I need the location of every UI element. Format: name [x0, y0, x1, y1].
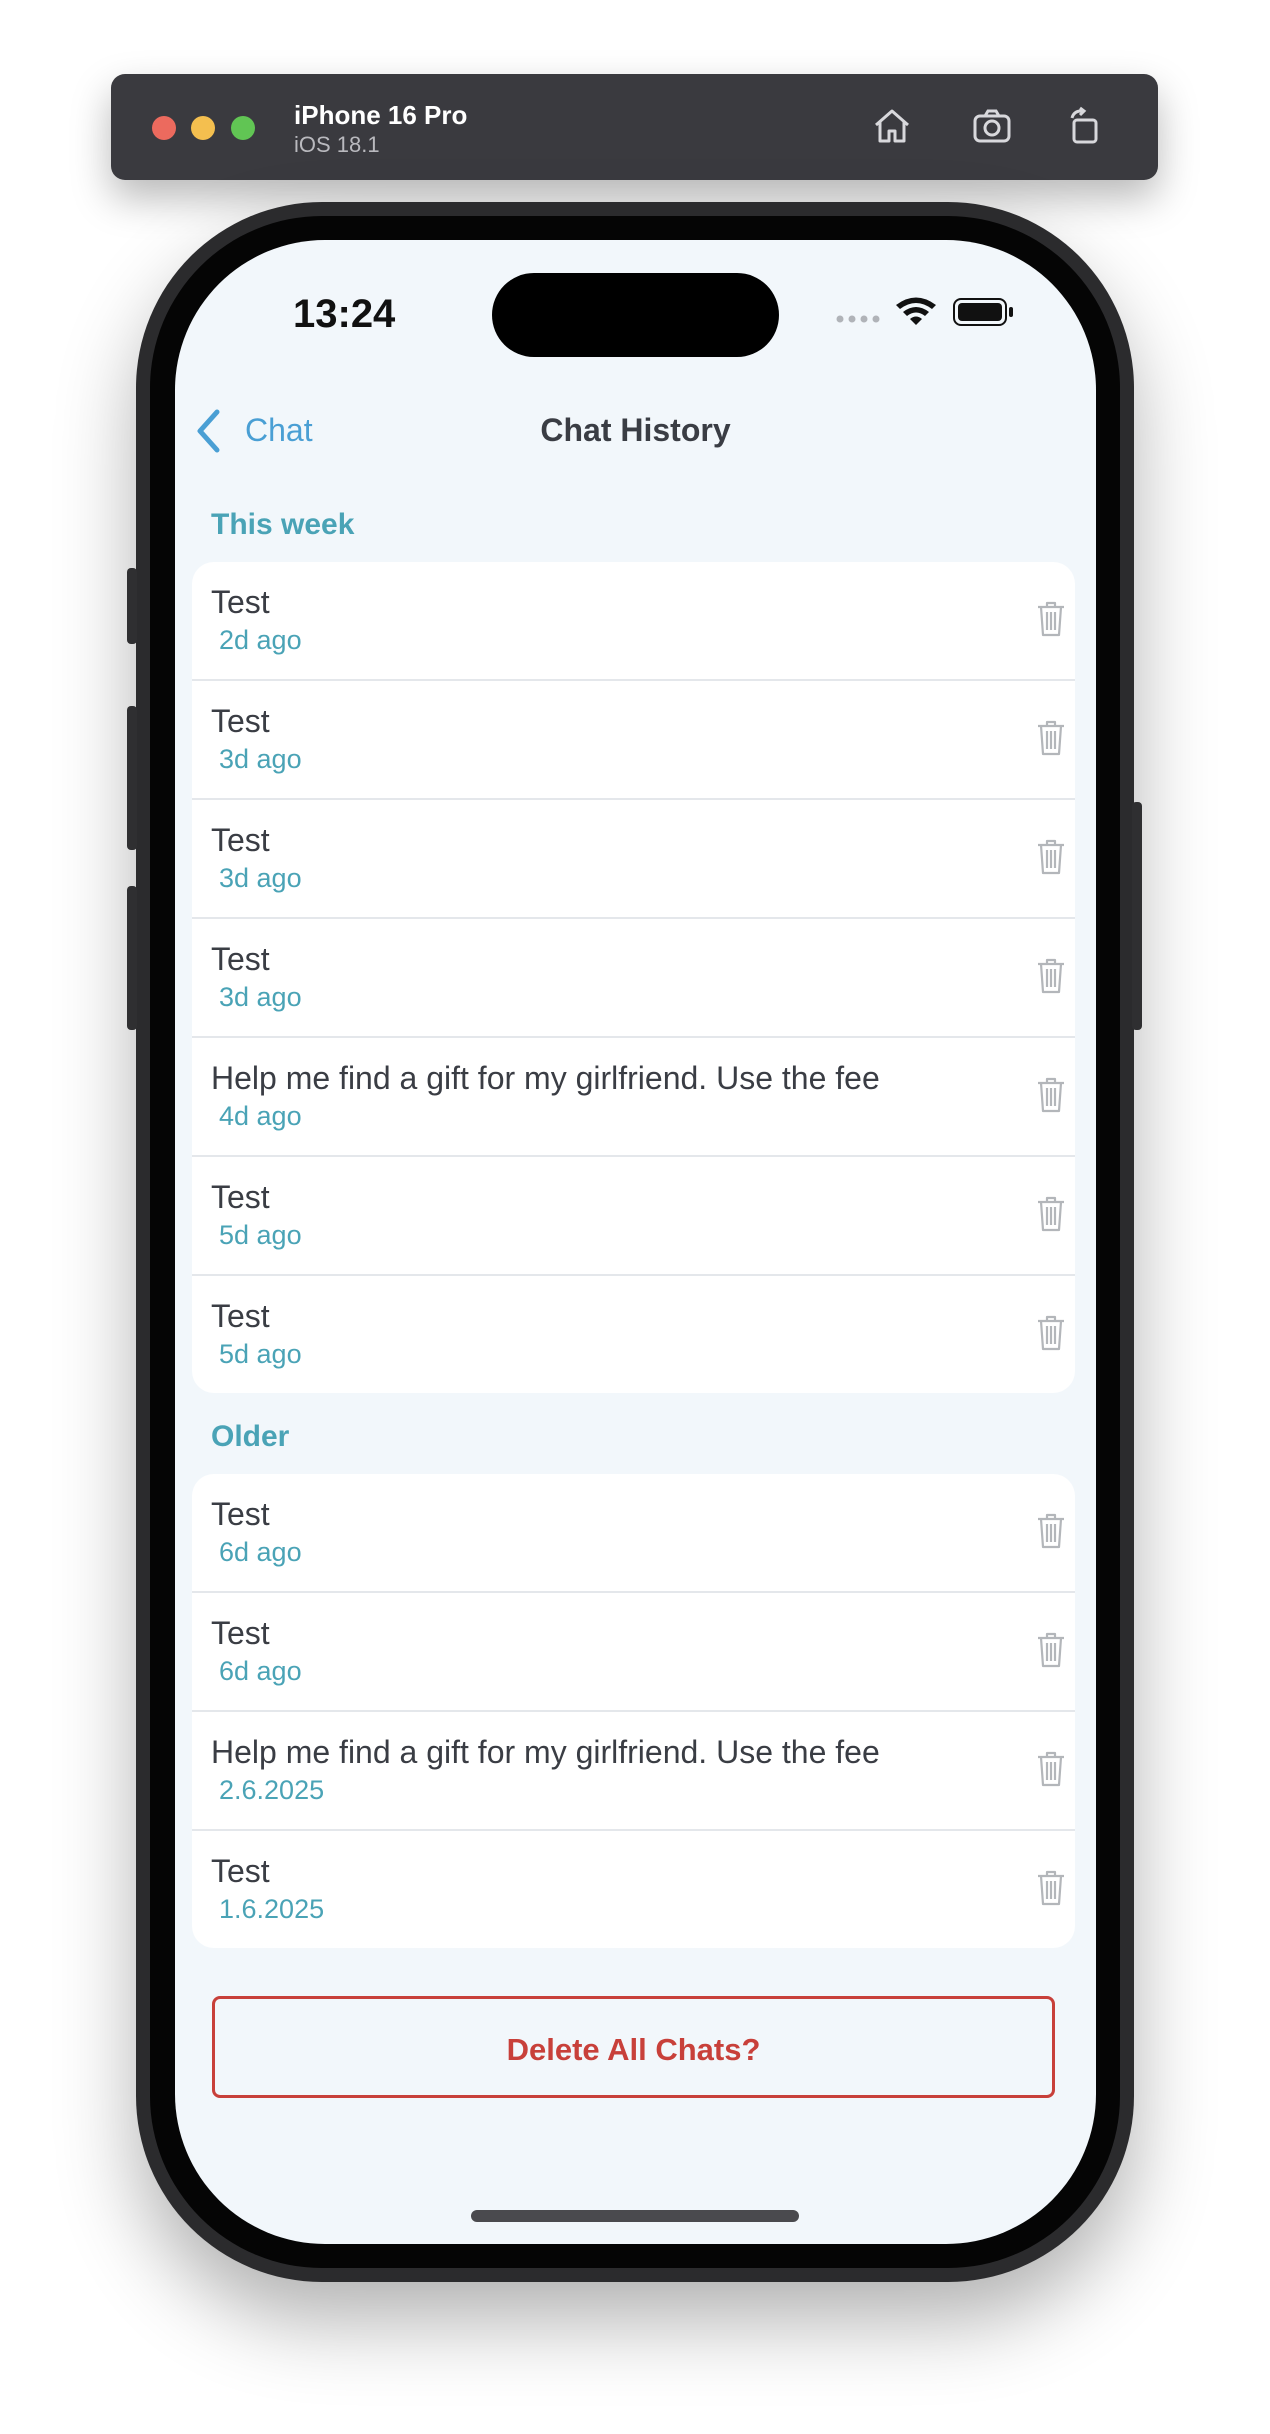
rotate-icon[interactable] [1062, 106, 1106, 146]
trash-icon[interactable] [1036, 957, 1066, 995]
page-title: Chat History [540, 412, 731, 448]
chat-timestamp: 3d ago [219, 744, 302, 774]
phone-screen: 13:24 Chat Chat History This week Test 2… [175, 240, 1096, 2244]
status-icons [836, 297, 1013, 326]
chat-timestamp: 5d ago [219, 1339, 302, 1369]
close-window-button[interactable] [152, 116, 176, 140]
home-icon[interactable] [870, 106, 914, 146]
trash-icon[interactable] [1036, 1869, 1066, 1907]
simulator-stage: iPhone 16 Pro iOS 18.1 13:24 Chat Chat H… [0, 0, 1270, 2434]
volume-up-button [127, 706, 137, 850]
trash-icon[interactable] [1036, 1195, 1066, 1233]
screenshot-icon[interactable] [970, 106, 1014, 146]
chat-timestamp: 3d ago [219, 982, 302, 1012]
chat-title: Test [211, 584, 270, 620]
trash-icon[interactable] [1036, 1750, 1066, 1788]
chat-list-older: Test 6d ago Test 6d ago Help me find a gift … [192, 1474, 1075, 1948]
chat-title: Help me find a gift for my girlfriend. U… [211, 1734, 880, 1770]
chat-title: Test [211, 1179, 270, 1215]
power-button [1132, 802, 1142, 1030]
chat-title: Help me find a gift for my girlfriend. U… [211, 1060, 880, 1096]
navigation-bar: Chat Chat History [175, 390, 1096, 470]
chat-history-row[interactable]: Help me find a gift for my girlfriend. U… [192, 1038, 1075, 1157]
dynamic-island [492, 273, 779, 357]
chat-title: Test [211, 703, 270, 739]
chat-history-row[interactable]: Help me find a gift for my girlfriend. U… [192, 1712, 1075, 1831]
chat-history-row[interactable]: Test 5d ago [192, 1276, 1075, 1393]
chat-history-row[interactable]: Test 3d ago [192, 919, 1075, 1038]
battery-icon [953, 298, 1013, 326]
zoom-window-button[interactable] [231, 116, 255, 140]
chat-title: Test [211, 1298, 270, 1334]
chat-timestamp: 5d ago [219, 1220, 302, 1250]
chat-history-row[interactable]: Test 5d ago [192, 1157, 1075, 1276]
trash-icon[interactable] [1036, 1314, 1066, 1352]
chat-history-row[interactable]: Test 1.6.2025 [192, 1831, 1075, 1948]
device-name: iPhone 16 Pro [294, 100, 468, 130]
os-version: iOS 18.1 [294, 132, 380, 157]
status-time: 13:24 [293, 292, 396, 336]
chat-timestamp: 2d ago [219, 625, 302, 655]
chat-timestamp: 2.6.2025 [219, 1775, 325, 1805]
chat-timestamp: 6d ago [219, 1656, 302, 1686]
chat-title: Test [211, 1853, 270, 1889]
trash-icon[interactable] [1036, 1631, 1066, 1669]
volume-down-button [127, 886, 137, 1030]
chat-title: Test [211, 822, 270, 858]
chat-history-row[interactable]: Test 2d ago [192, 562, 1075, 681]
section-header-older: Older [211, 1420, 290, 1453]
chat-title: Test [211, 1615, 270, 1651]
chat-timestamp: 3d ago [219, 863, 302, 893]
chat-timestamp: 6d ago [219, 1537, 302, 1567]
trash-icon[interactable] [1036, 838, 1066, 876]
minimize-window-button[interactable] [191, 116, 215, 140]
cellular-icon [836, 315, 880, 323]
section-header-this-week: This week [211, 508, 355, 541]
chat-title: Test [211, 941, 270, 977]
chat-title: Test [211, 1496, 270, 1532]
home-indicator[interactable] [471, 2210, 799, 2222]
action-button [127, 568, 137, 644]
chat-history-row[interactable]: Test 6d ago [192, 1474, 1075, 1593]
trash-icon[interactable] [1036, 719, 1066, 757]
chat-history-row[interactable]: Test 3d ago [192, 800, 1075, 919]
trash-icon[interactable] [1036, 1076, 1066, 1114]
delete-all-chats-button[interactable]: Delete All Chats? [212, 1996, 1055, 2098]
trash-icon[interactable] [1036, 600, 1066, 638]
chat-history-row[interactable]: Test 3d ago [192, 681, 1075, 800]
wifi-icon [896, 297, 936, 325]
chat-timestamp: 1.6.2025 [219, 1894, 325, 1924]
chat-history-row[interactable]: Test 6d ago [192, 1593, 1075, 1712]
chat-timestamp: 4d ago [219, 1101, 302, 1131]
trash-icon[interactable] [1036, 1512, 1066, 1550]
chat-list-this-week: Test 2d ago Test 3d ago Test 3d ago Test 3d ago… [192, 562, 1075, 1393]
